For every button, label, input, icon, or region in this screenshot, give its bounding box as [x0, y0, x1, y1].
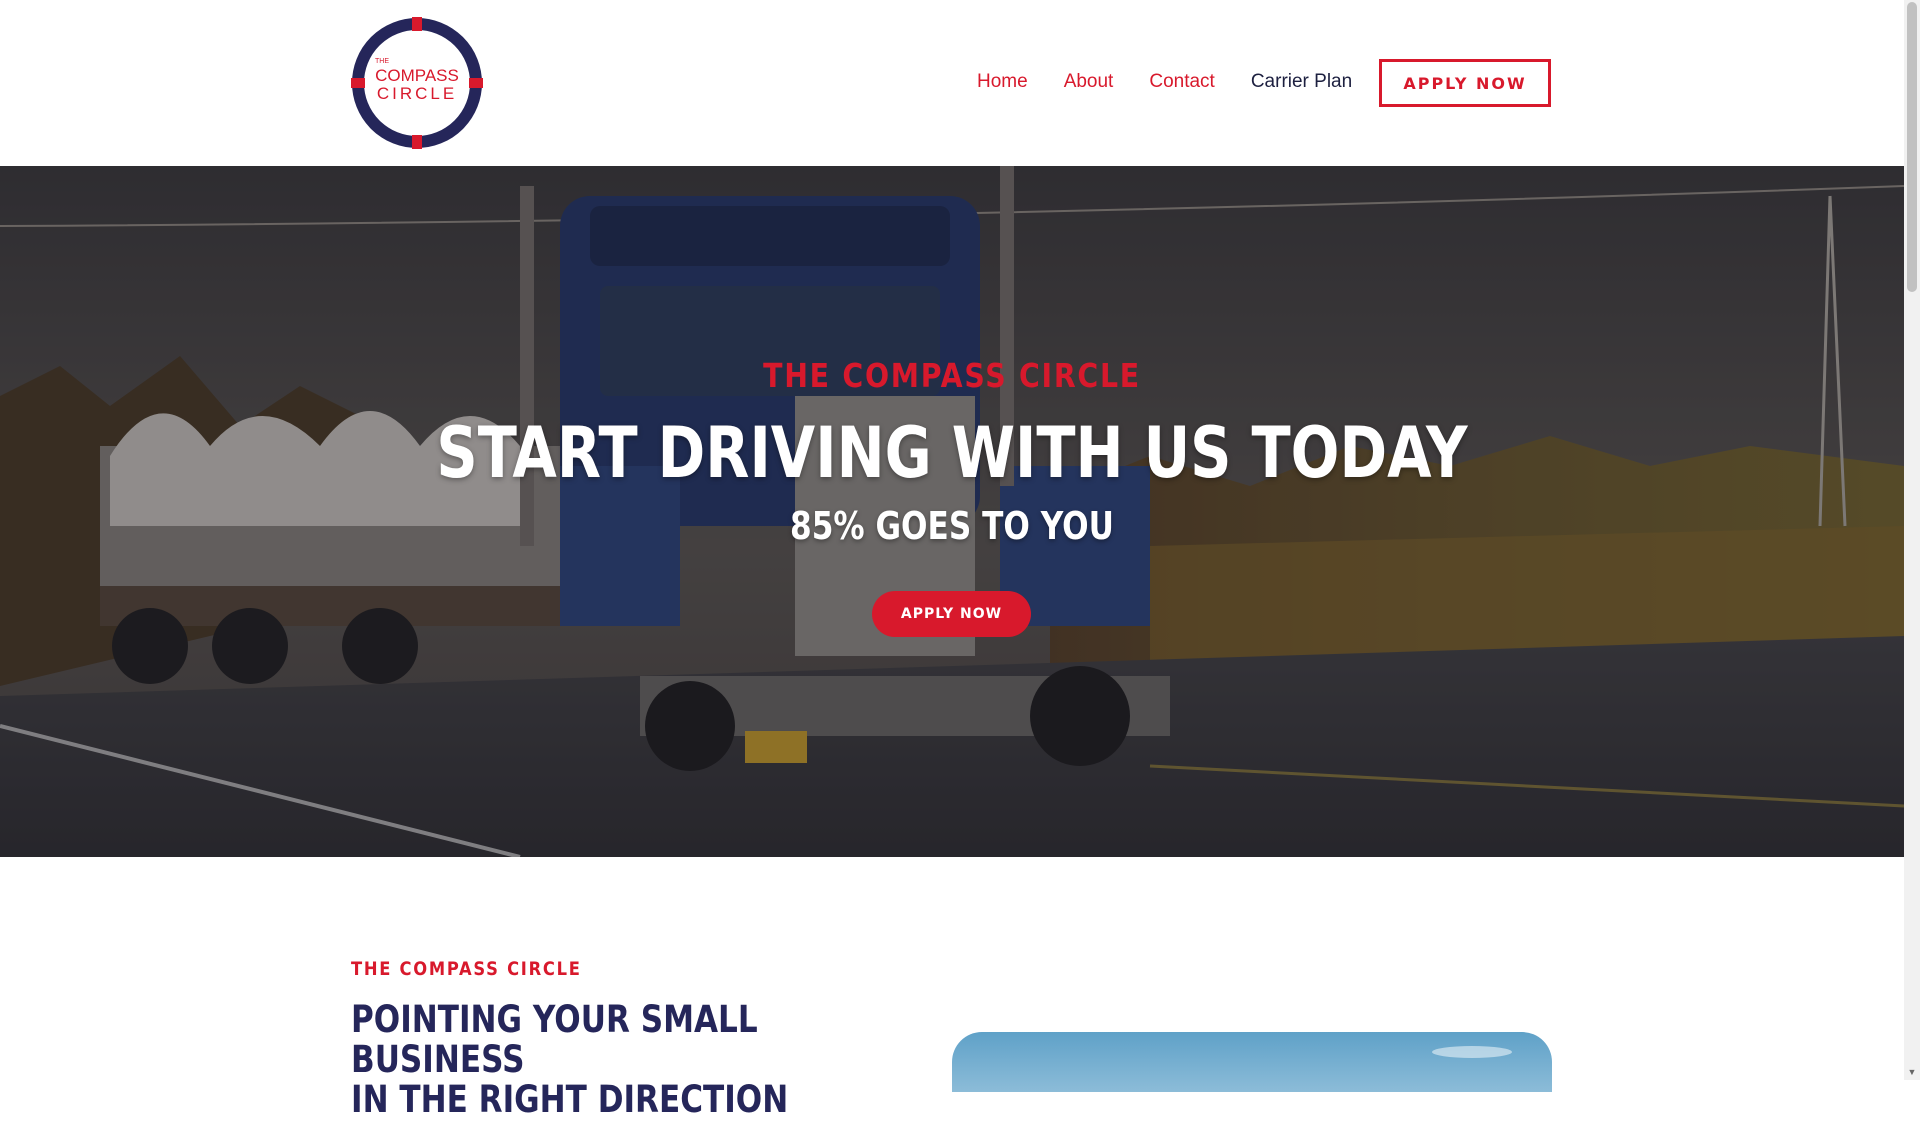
page-scrollbar[interactable]: ▼ [1904, 0, 1920, 1080]
hero-content: THE COMPASS CIRCLE START DRIVING WITH US… [0, 166, 1904, 857]
scrollbar-thumb[interactable] [1907, 2, 1917, 292]
nav-about[interactable]: About [1064, 71, 1114, 93]
about-image [952, 1032, 1552, 1092]
about-title-line2: IN THE RIGHT DIRECTION [351, 1078, 789, 1121]
main-nav: Home About Contact Carrier Plan [977, 64, 1388, 100]
site-header: THE COMPASS CIRCLE Home About Contact Ca… [0, 0, 1904, 166]
nav-contact[interactable]: Contact [1149, 71, 1214, 93]
hero-section: THE COMPASS CIRCLE START DRIVING WITH US… [0, 166, 1904, 857]
hero-apply-button[interactable]: APPLY NOW [872, 591, 1031, 637]
about-title-line1: POINTING YOUR SMALL BUSINESS [351, 998, 758, 1081]
nav-home[interactable]: Home [977, 71, 1028, 93]
hero-eyebrow: THE COMPASS CIRCLE [763, 356, 1141, 395]
nav-carrier-plan[interactable]: Carrier Plan [1251, 71, 1352, 93]
hero-subtitle: 85% GOES TO YOU [790, 504, 1114, 548]
scroll-down-arrow-icon[interactable]: ▼ [1907, 1066, 1917, 1078]
about-eyebrow: THE COMPASS CIRCLE [351, 958, 582, 980]
logo-line2: CIRCLE [377, 84, 457, 103]
logo-line1: COMPASS [375, 66, 459, 85]
header-apply-button[interactable]: APPLY NOW [1379, 59, 1551, 107]
hero-title: START DRIVING WITH US TODAY [436, 412, 1468, 494]
about-title: POINTING YOUR SMALL BUSINESS IN THE RIGH… [351, 1000, 821, 1120]
compass-circle-logo[interactable]: THE COMPASS CIRCLE [351, 17, 483, 149]
logo-small-text: THE [375, 58, 389, 65]
